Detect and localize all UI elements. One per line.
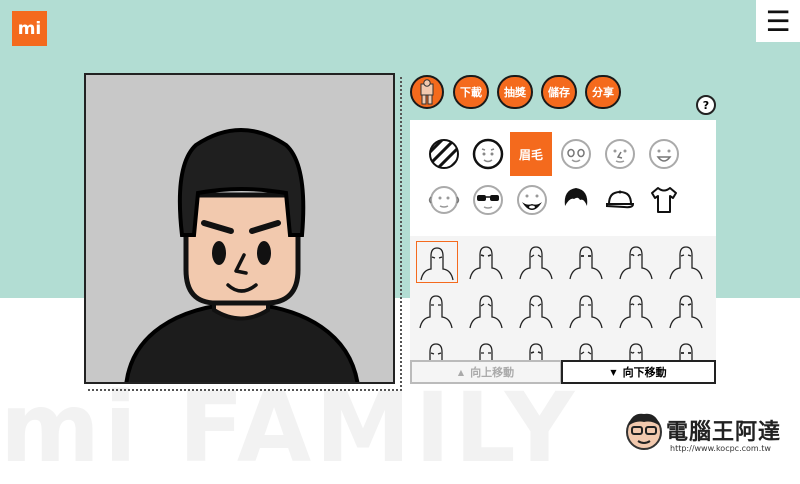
help-icon[interactable]: ? (696, 95, 716, 115)
category-eyes[interactable] (556, 134, 596, 174)
hair-icon (564, 188, 588, 206)
sunglasses-icon (473, 185, 503, 215)
avatar-figure (124, 128, 360, 382)
striped-circle-icon (429, 139, 459, 169)
eyebrow-option[interactable] (566, 290, 608, 332)
face-eyes-icon (561, 139, 591, 169)
brand-url: http://www.kocpc.com.tw (670, 444, 771, 453)
category-hat[interactable] (600, 180, 640, 220)
category-eyebrows[interactable]: 眉毛 (510, 132, 552, 176)
scroll-down-label: 向下移動 (622, 366, 667, 379)
mascot-icon (626, 413, 662, 450)
category-clothes[interactable] (644, 180, 684, 220)
eyebrow-option[interactable] (466, 241, 508, 283)
beard-icon (517, 185, 547, 215)
scroll-up-label: 向上移動 (470, 366, 515, 379)
category-nose[interactable] (600, 134, 640, 174)
category-beard[interactable] (512, 180, 552, 220)
eyebrow-option[interactable] (416, 290, 458, 332)
avatar-preview-button[interactable] (410, 75, 444, 109)
face-mouth-icon (649, 139, 679, 169)
eyebrow-option[interactable] (666, 290, 708, 332)
category-glasses[interactable] (468, 180, 508, 220)
eyebrow-option[interactable] (616, 338, 658, 360)
lottery-button[interactable]: 抽獎 (497, 75, 533, 109)
scroll-up-button[interactable]: ▲ 向上移動 (410, 360, 562, 384)
mi-logo[interactable]: mi (12, 11, 47, 46)
category-hair[interactable] (556, 180, 596, 220)
eyebrow-option[interactable] (566, 338, 608, 360)
eyebrow-option[interactable] (616, 241, 658, 283)
eyebrow-option[interactable] (516, 290, 558, 332)
brand-name: 電腦王阿達 (666, 420, 782, 445)
eyebrow-option[interactable] (666, 338, 708, 360)
triangle-up-icon: ▲ (457, 367, 465, 377)
eyebrow-option[interactable] (616, 290, 658, 332)
eyebrow-option[interactable] (466, 290, 508, 332)
category-skin-pattern[interactable] (424, 134, 464, 174)
hamburger-menu-icon[interactable]: ☰ (756, 0, 800, 42)
eyebrow-option[interactable] (466, 338, 508, 360)
face-nose-icon (605, 139, 635, 169)
eyebrow-option[interactable] (416, 241, 458, 283)
tshirt-icon (651, 187, 677, 213)
face-outline-icon (472, 138, 504, 170)
person-icon (420, 79, 434, 105)
eyebrow-option[interactable] (516, 241, 558, 283)
triangle-down-icon: ▼ (610, 367, 617, 377)
category-mouth[interactable] (644, 134, 684, 174)
cap-icon (606, 190, 635, 209)
avatar-canvas (84, 73, 395, 384)
share-button[interactable]: 分享 (585, 75, 621, 109)
eyebrow-option-grid (410, 236, 716, 360)
category-face-shape[interactable] (468, 134, 508, 174)
eyebrow-option[interactable] (416, 338, 458, 360)
eyebrow-option[interactable] (566, 241, 608, 283)
face-ears-icon (428, 186, 460, 214)
eyebrow-option[interactable] (666, 241, 708, 283)
category-ears[interactable] (424, 180, 464, 220)
scroll-down-button[interactable]: ▼ 向下移動 (561, 360, 716, 384)
eyebrow-option[interactable] (516, 338, 558, 360)
download-button[interactable]: 下載 (453, 75, 489, 109)
save-button[interactable]: 儲存 (541, 75, 577, 109)
